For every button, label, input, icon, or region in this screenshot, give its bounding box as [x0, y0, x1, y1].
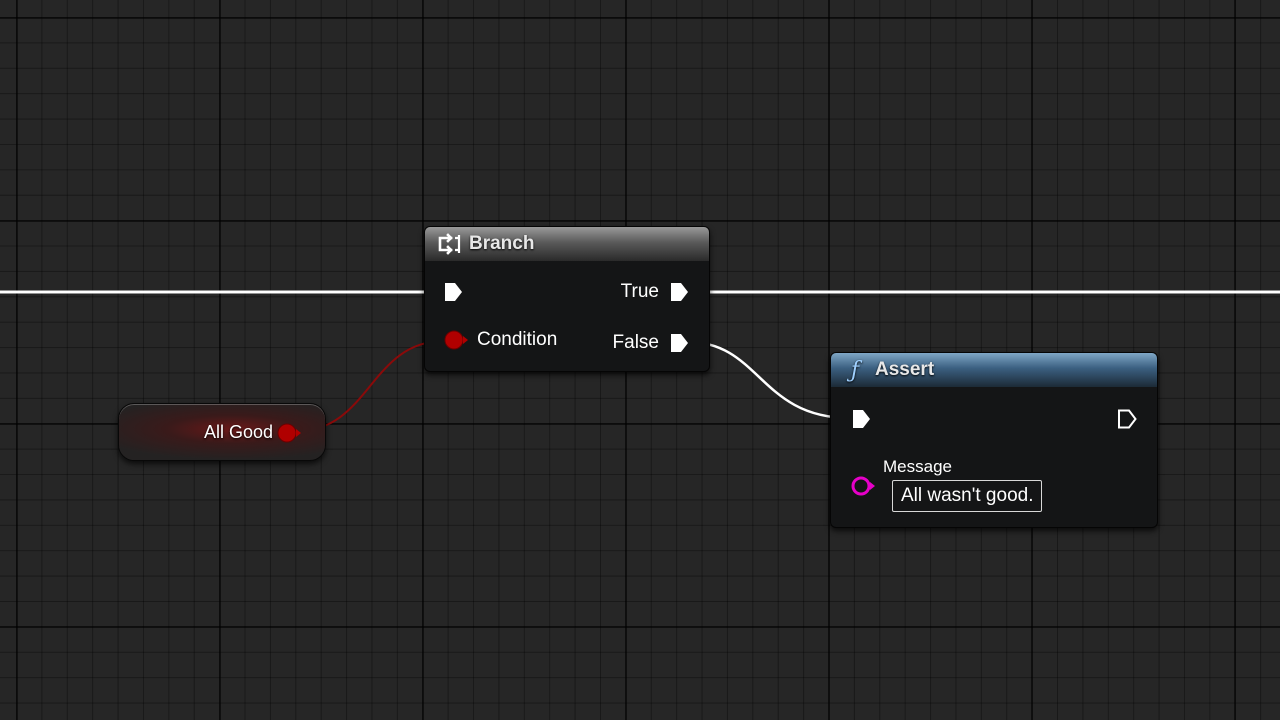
true-output-pin[interactable]: True	[621, 281, 689, 303]
message-label-row: Message	[883, 457, 952, 477]
message-text-field[interactable]: All wasn't good.	[892, 480, 1043, 512]
bool-input-pin-icon[interactable]	[443, 329, 469, 351]
true-label: True	[620, 281, 659, 302]
exec-output-pin-icon[interactable]	[1117, 409, 1137, 429]
exec-false-pin-icon[interactable]	[669, 333, 689, 353]
message-input-pin[interactable]	[850, 475, 876, 497]
exec-input-pin-icon[interactable]	[851, 409, 871, 429]
message-label: Message	[883, 457, 952, 476]
condition-label: Condition	[477, 329, 558, 350]
branch-exec-input-pin[interactable]	[443, 282, 463, 302]
assert-node[interactable]: ƒ Assert Message All wasn't good.	[830, 352, 1158, 528]
assert-exec-input-pin[interactable]	[851, 409, 871, 429]
branch-icon	[437, 232, 461, 256]
message-value: All wasn't good.	[901, 485, 1034, 506]
exec-input-pin-icon[interactable]	[443, 282, 463, 302]
false-output-pin[interactable]: False	[613, 332, 689, 354]
exec-wire-false-to-assert	[687, 340, 851, 420]
branch-title: Branch	[469, 233, 535, 254]
branch-node-header: Branch	[425, 227, 709, 261]
all-good-variable-node[interactable]: All Good	[118, 403, 326, 461]
exec-true-pin-icon[interactable]	[669, 282, 689, 302]
assert-title: Assert	[875, 359, 935, 380]
function-icon: ƒ	[850, 357, 860, 383]
assert-exec-output-pin[interactable]	[1117, 409, 1137, 429]
condition-input-pin[interactable]: Condition	[443, 329, 557, 351]
string-input-pin-icon[interactable]	[850, 475, 876, 497]
all-good-label: All Good	[203, 421, 273, 442]
branch-node[interactable]: Branch Condition True False	[424, 226, 710, 372]
bool-output-pin-icon[interactable]	[276, 422, 302, 444]
false-label: False	[612, 332, 659, 353]
assert-node-header: ƒ Assert	[831, 353, 1157, 387]
